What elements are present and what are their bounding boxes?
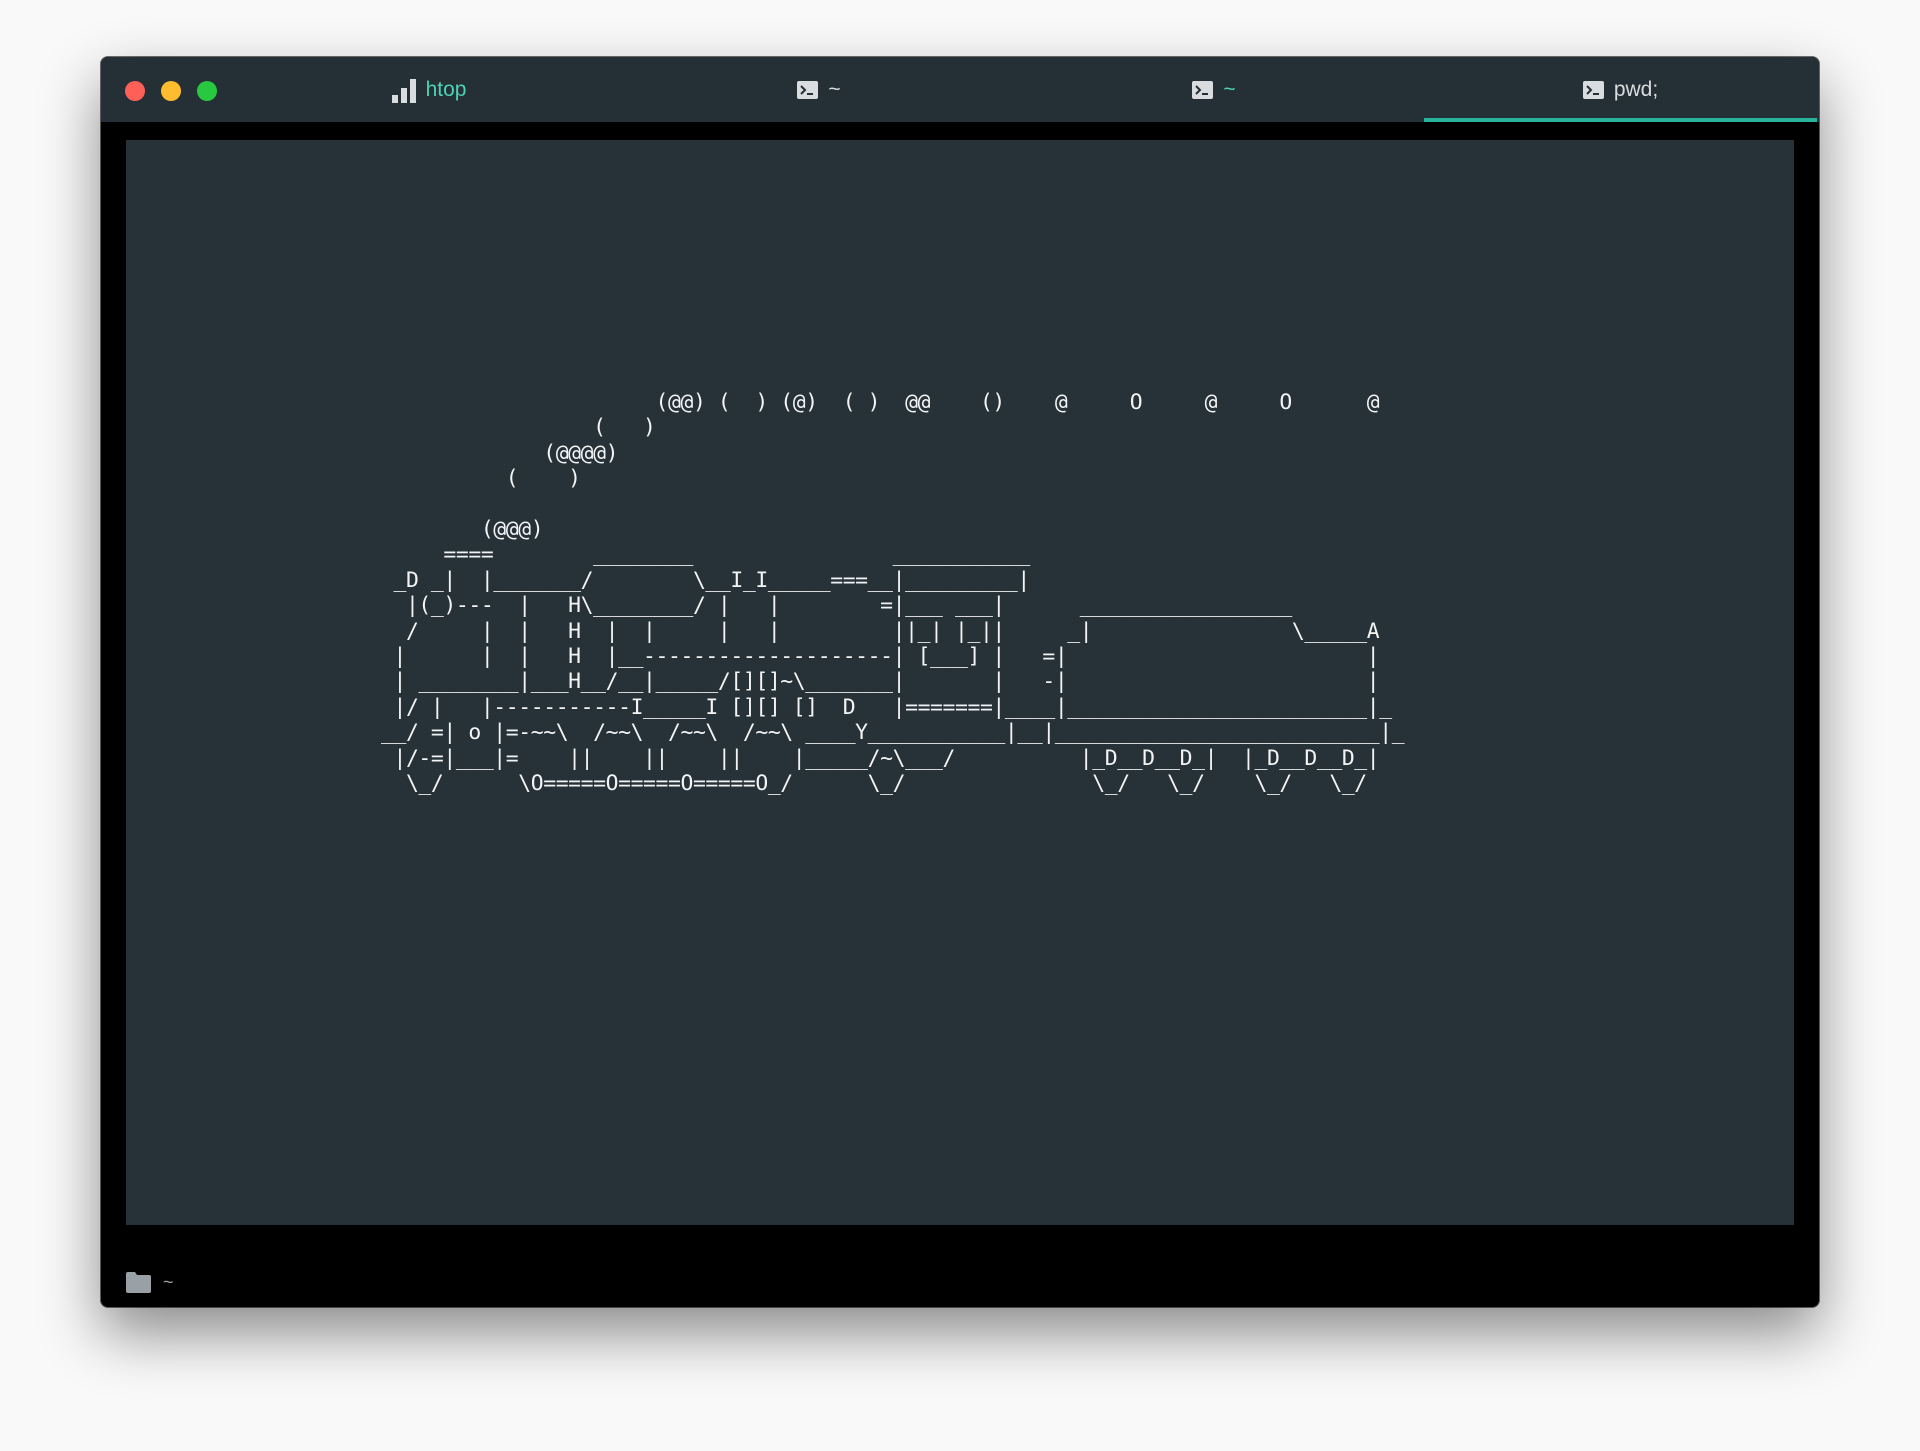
close-window-button[interactable] (125, 81, 145, 101)
terminal-icon (1582, 80, 1604, 99)
terminal-window: htop ~ ~ pwd; (@@) () (@) () @@ () @ O… (101, 57, 1819, 1307)
tab-label: pwd; (1613, 77, 1659, 101)
terminal-icon (797, 80, 819, 99)
tab-label: ~ (828, 77, 841, 101)
bar-chart-icon (391, 77, 416, 103)
tab-label: htop (425, 77, 467, 101)
current-directory: ~ (163, 1271, 174, 1292)
status-bar: ~ (126, 1267, 174, 1297)
zoom-window-button[interactable] (197, 81, 217, 101)
terminal-pane[interactable]: (@@) ( ) (@) ( ) @@ () @ O @ O @ ( ) (@@… (126, 140, 1794, 1225)
title-bar: htop ~ ~ pwd; (101, 57, 1819, 122)
steam-locomotive-ascii-art: (@@) ( ) (@) ( ) @@ () @ O @ O @ ( ) (@@… (381, 390, 1405, 797)
tab-home-1[interactable]: ~ (719, 57, 919, 122)
tab-pwd[interactable]: pwd; (1424, 57, 1817, 122)
folder-icon (126, 1271, 151, 1293)
terminal-icon (1192, 80, 1214, 99)
tab-htop[interactable]: htop (329, 57, 529, 122)
tab-home-2[interactable]: ~ (1114, 57, 1314, 122)
minimize-window-button[interactable] (161, 81, 181, 101)
tab-label: ~ (1223, 77, 1236, 101)
